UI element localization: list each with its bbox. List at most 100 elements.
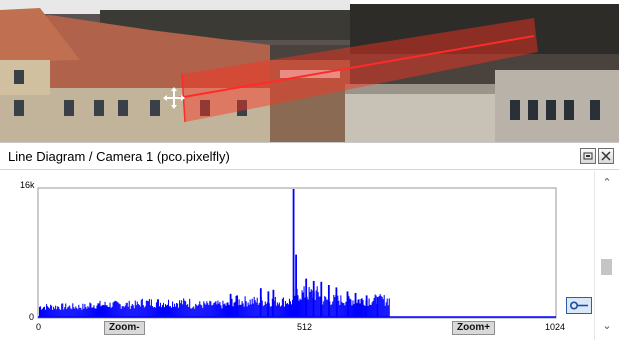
profile-bar [264, 301, 266, 317]
profile-bar [116, 301, 118, 317]
restore-button[interactable] [580, 148, 596, 164]
profile-bar [53, 306, 55, 317]
profile-bar [337, 295, 339, 317]
profile-bar [120, 308, 122, 317]
profile-bar [278, 302, 280, 317]
zoom-out-button[interactable]: Zoom- [104, 321, 145, 335]
profile-bar [187, 304, 189, 317]
profile-bar [198, 304, 200, 317]
profile-bar [118, 303, 120, 317]
x-tick-0: 0 [36, 322, 42, 332]
profile-bar [149, 305, 151, 317]
profile-bar [385, 302, 387, 317]
profile-bar [40, 306, 42, 317]
key-button[interactable] [566, 297, 592, 314]
profile-bar [373, 297, 375, 317]
profile-bar [121, 306, 123, 317]
close-button[interactable] [598, 148, 614, 164]
profile-bar [288, 298, 290, 317]
profile-bar [179, 300, 181, 317]
profile-bar [299, 298, 301, 317]
profile-bar [263, 305, 265, 317]
profile-bar [139, 306, 141, 317]
profile-bar [318, 296, 320, 317]
profile-bar [189, 298, 191, 317]
camera-view[interactable] [0, 0, 619, 142]
line-diagram-titlebar[interactable]: Line Diagram / Camera 1 (pco.pixelfly) [0, 142, 619, 170]
profile-bar [92, 307, 94, 317]
profile-bar [257, 304, 259, 317]
profile-bar [47, 306, 49, 317]
profile-bar [58, 306, 60, 317]
profile-bar [181, 300, 183, 317]
vertical-scrollbar[interactable]: ⌃ ⌄ [594, 171, 619, 340]
profile-bar [157, 299, 159, 317]
profile-bar [46, 304, 48, 317]
profile-peak [267, 291, 270, 317]
profile-bar [358, 299, 360, 317]
profile-bar [54, 308, 56, 317]
profile-bar [200, 304, 202, 317]
profile-bar [144, 306, 146, 317]
profile-bar [275, 305, 277, 317]
profile-bar [148, 298, 150, 317]
profile-bar [316, 286, 318, 317]
profile-bar [102, 304, 104, 317]
zoom-in-button[interactable]: Zoom+ [452, 321, 496, 335]
profile-bar [224, 303, 226, 317]
profile-bar [165, 305, 168, 317]
profile-bar [106, 305, 108, 317]
profile-bar [345, 301, 347, 317]
profile-bar [155, 302, 157, 317]
profile-bar [44, 306, 46, 317]
profile-bar [182, 304, 184, 317]
profile-bar [84, 304, 86, 317]
line-diagram-plot[interactable] [0, 171, 594, 340]
profile-bar [163, 307, 166, 317]
scroll-down-arrow-icon[interactable]: ⌄ [595, 318, 619, 334]
profile-bar [382, 299, 384, 317]
profile-bar [214, 302, 216, 317]
profile-bar [324, 296, 326, 317]
profile-bar [371, 302, 373, 317]
scroll-thumb[interactable] [601, 259, 612, 275]
profile-bar [351, 305, 353, 317]
profile-bar [286, 303, 288, 317]
profile-bar [253, 296, 255, 317]
profile-bar [60, 310, 62, 317]
profile-bar [83, 308, 85, 317]
profile-bar [166, 304, 169, 317]
profile-bar [57, 306, 59, 317]
profile-bar [130, 305, 132, 317]
profile-bar [96, 305, 98, 317]
profile-bar [326, 299, 328, 317]
profile-bar [140, 299, 142, 317]
profile-bar [303, 286, 305, 317]
profile-bar [255, 302, 257, 317]
profile-peak [312, 281, 315, 317]
profile-bar [75, 306, 77, 317]
profile-bar [375, 295, 377, 317]
profile-bar [78, 304, 80, 317]
profile-bar [136, 301, 138, 317]
key-icon [569, 301, 588, 310]
profile-bar [307, 299, 309, 317]
profile-bar [168, 299, 170, 317]
profile-bar [281, 298, 283, 317]
profile-bar [103, 305, 105, 317]
profile-bar [334, 296, 336, 317]
profile-bar [143, 307, 145, 317]
x-tick-1024: 1024 [545, 322, 566, 332]
profile-bar [88, 307, 90, 317]
profile-bar [76, 308, 78, 317]
profile-bar [203, 301, 205, 317]
scroll-up-arrow-icon[interactable]: ⌃ [595, 175, 619, 191]
profile-bar [330, 304, 332, 317]
profile-bar [381, 296, 383, 317]
profile-bar [49, 308, 51, 317]
profile-peak [305, 278, 308, 317]
profile-bar [192, 307, 194, 317]
profile-bar [128, 300, 130, 317]
profile-peak [335, 287, 338, 317]
profile-bar [186, 305, 188, 317]
